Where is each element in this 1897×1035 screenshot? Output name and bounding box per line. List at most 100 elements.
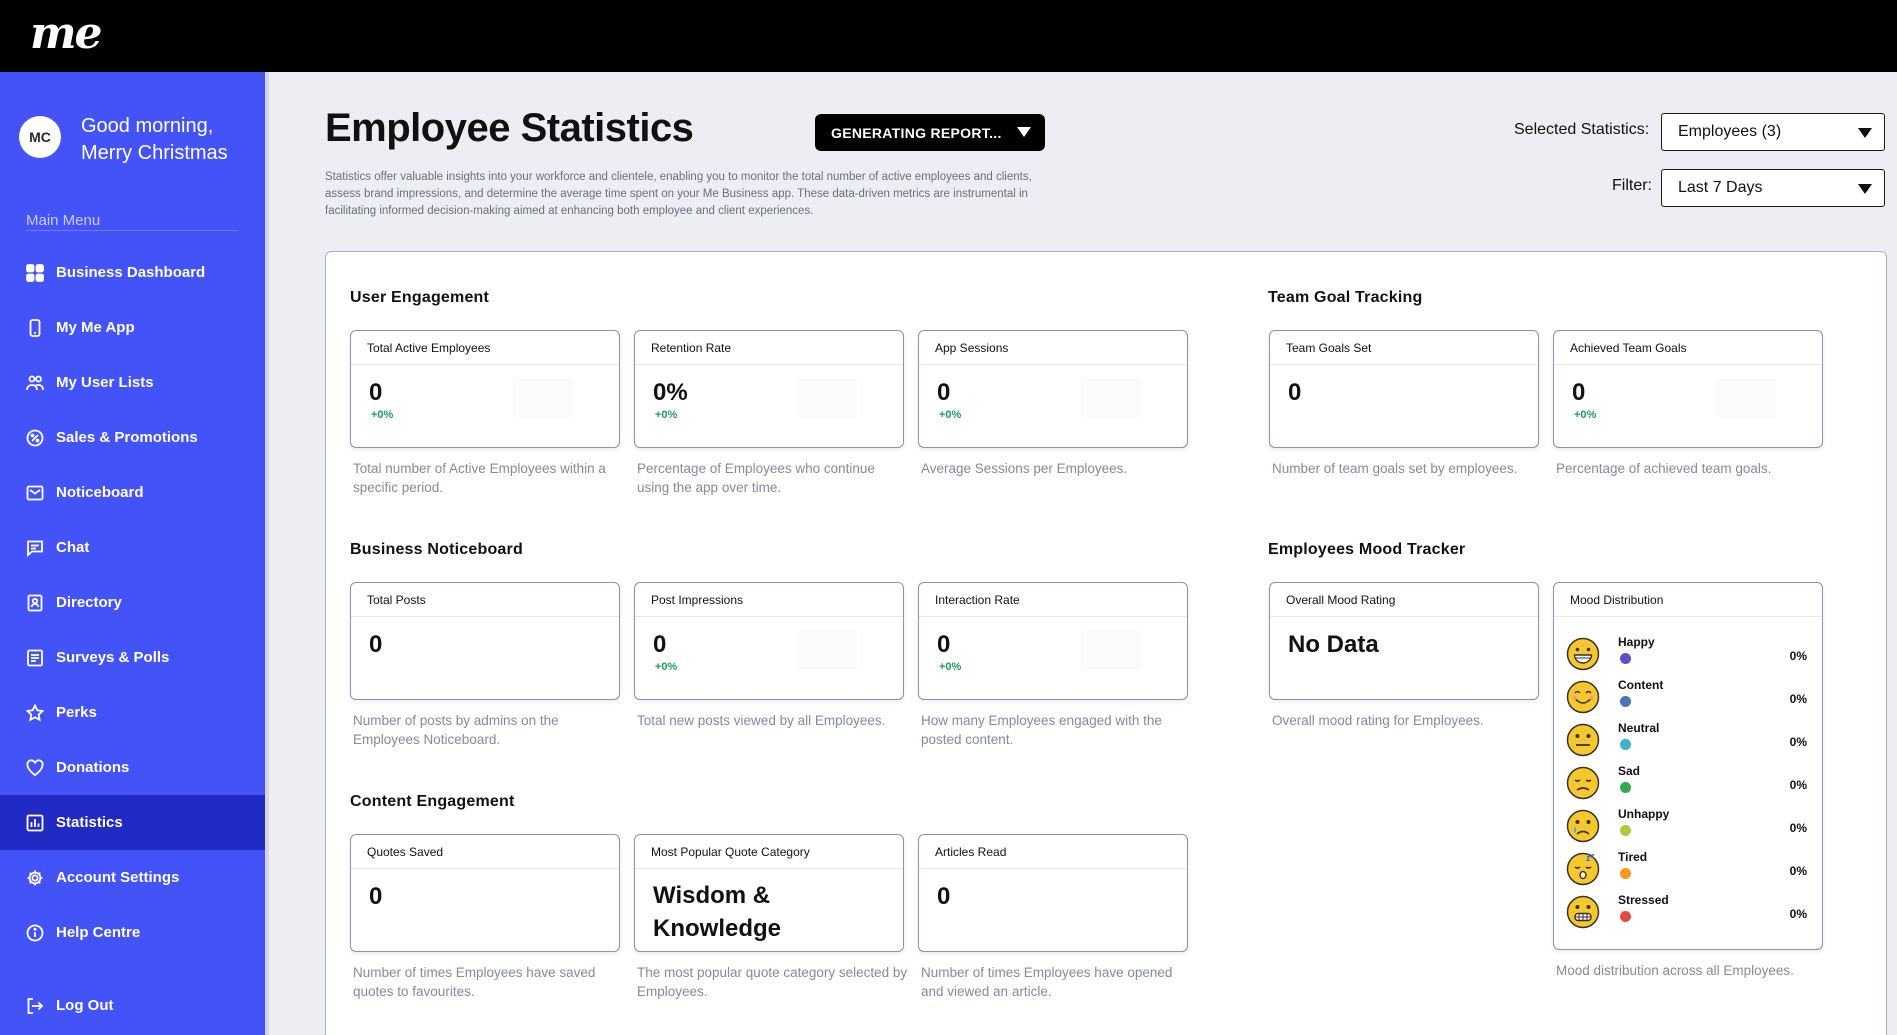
card-description: Mood distribution across all Employees. — [1556, 963, 1794, 978]
sidebar-item-directory[interactable]: Directory — [0, 575, 265, 630]
card-value: 0 — [369, 631, 383, 658]
sidebar-item-chat[interactable]: Chat — [0, 520, 265, 575]
sidebar-item-label: My Me App — [56, 319, 135, 336]
caret-down-icon — [1017, 127, 1031, 137]
generate-report-button[interactable]: GENERATING REPORT... — [815, 114, 1045, 151]
sparkline-placeholder — [1081, 379, 1141, 417]
sidebar-item-label: Business Dashboard — [56, 264, 206, 281]
card-description: Total number of Active Employees within … — [353, 461, 606, 495]
card-title: Retention Rate — [635, 331, 903, 365]
card-title: Total Posts — [351, 583, 619, 617]
card-title: Mood Distribution — [1554, 583, 1822, 617]
card-total-posts[interactable]: Total Posts 0 — [350, 582, 620, 700]
card-description: Number of posts by admins on the Employe… — [353, 713, 559, 747]
card-description: Average Sessions per Employees. — [921, 461, 1128, 476]
sidebar-item-account-settings[interactable]: Account Settings — [0, 850, 265, 905]
star-icon — [26, 703, 44, 722]
mood-row-sad: Sad 0% — [1566, 764, 1811, 804]
sparkline-placeholder — [797, 379, 857, 417]
greeting: Good morning, Merry Christmas — [81, 113, 228, 167]
sidebar-item-statistics[interactable]: Statistics — [0, 795, 265, 850]
card-description: Number of times Employees have opened an… — [921, 965, 1173, 999]
card-description: How many Employees engaged with the post… — [921, 713, 1162, 747]
intro-text: Statistics offer valuable insights into … — [325, 171, 1032, 217]
section-title-user-engagement: User Engagement — [350, 289, 490, 306]
card-description: Overall mood rating for Employees. — [1272, 713, 1484, 728]
filter-select[interactable]: Last 7 Days — [1661, 169, 1885, 207]
card-value: 0 — [653, 631, 667, 658]
sidebar-item-my-me-app[interactable]: My Me App — [0, 300, 265, 355]
sidebar: MC Good morning, Merry Christmas Main Me… — [0, 72, 265, 1035]
survey-icon — [26, 649, 44, 667]
card-value: 0 — [937, 379, 951, 406]
gear-icon — [26, 869, 44, 887]
card-achieved-team-goals[interactable]: Achieved Team Goals 0 +0% — [1553, 330, 1823, 448]
logout-icon — [26, 997, 44, 1015]
card-title: App Sessions — [919, 331, 1187, 365]
card-description: The most popular quote category selected… — [637, 965, 908, 999]
card-mood-distribution[interactable]: Mood Distribution Happy 0% Content 0% Ne… — [1553, 582, 1823, 950]
card-team-goals-set[interactable]: Team Goals Set 0 — [1269, 330, 1539, 448]
card-description: Percentage of Employees who continue usi… — [637, 461, 875, 495]
sidebar-item-help-centre[interactable]: Help Centre — [0, 905, 265, 960]
mood-percentage: 0% — [1789, 735, 1807, 749]
card-quotes-saved[interactable]: Quotes Saved 0 — [350, 834, 620, 952]
card-title: Articles Read — [919, 835, 1187, 869]
selected-statistics-select[interactable]: Employees (3) — [1661, 113, 1885, 151]
smiling-face-icon — [1566, 680, 1600, 714]
sparkline-placeholder — [513, 379, 573, 417]
mood-name: Tired — [1618, 850, 1648, 864]
sidebar-item-log-out[interactable]: Log Out — [0, 978, 265, 1033]
card-delta: +0% — [371, 409, 394, 421]
card-most-popular-quote-category[interactable]: Most Popular Quote Category Wisdom & Kno… — [634, 834, 904, 952]
card-title: Quotes Saved — [351, 835, 619, 869]
mood-row-content: Content 0% — [1566, 678, 1811, 718]
selected-statistics-value: Employees (3) — [1678, 123, 1782, 140]
card-delta: +0% — [655, 409, 678, 421]
sidebar-item-perks[interactable]: Perks — [0, 685, 265, 740]
mood-name: Stressed — [1618, 893, 1669, 907]
mood-percentage: 0% — [1789, 907, 1807, 921]
sidebar-item-noticeboard[interactable]: Noticeboard — [0, 465, 265, 520]
neutral-face-icon — [1566, 723, 1600, 757]
card-title: Total Active Employees — [351, 331, 619, 365]
mood-percentage: 0% — [1789, 692, 1807, 706]
card-delta: +0% — [939, 661, 962, 673]
chat-icon — [26, 539, 44, 557]
mood-color-dot — [1620, 825, 1631, 836]
sidebar-item-my-user-lists[interactable]: My User Lists — [0, 355, 265, 410]
card-total-active-employees[interactable]: Total Active Employees 0 +0% — [350, 330, 620, 448]
grid-icon — [26, 263, 44, 282]
sidebar-item-label: Directory — [56, 594, 122, 611]
sparkline-placeholder — [1081, 631, 1141, 669]
sidebar-item-label: Statistics — [56, 814, 123, 831]
filter-value: Last 7 Days — [1678, 179, 1763, 196]
card-retention-rate[interactable]: Retention Rate 0% +0% — [634, 330, 904, 448]
card-delta: +0% — [939, 409, 962, 421]
sidebar-item-donations[interactable]: Donations — [0, 740, 265, 795]
chart-icon — [26, 814, 44, 832]
card-post-impressions[interactable]: Post Impressions 0 +0% — [634, 582, 904, 700]
selected-statistics-label: Selected Statistics: — [1514, 121, 1650, 138]
card-app-sessions[interactable]: App Sessions 0 +0% — [918, 330, 1188, 448]
avatar[interactable]: MC — [19, 116, 61, 158]
mood-name: Neutral — [1618, 721, 1660, 735]
main-menu-title: Main Menu — [26, 212, 101, 229]
svg-text:z: z — [1591, 853, 1595, 860]
card-title: Interaction Rate — [919, 583, 1187, 617]
directory-icon — [26, 594, 44, 612]
mood-name: Sad — [1618, 764, 1641, 778]
card-articles-read[interactable]: Articles Read 0 — [918, 834, 1188, 952]
sidebar-item-business-dashboard[interactable]: Business Dashboard — [0, 245, 265, 300]
section-title-content-engagement: Content Engagement — [350, 793, 515, 810]
card-interaction-rate[interactable]: Interaction Rate 0 +0% — [918, 582, 1188, 700]
card-title: Achieved Team Goals — [1554, 331, 1822, 365]
sidebar-item-label: Noticeboard — [56, 484, 144, 501]
me-logo[interactable]: me — [30, 8, 103, 59]
sidebar-item-sales-promotions[interactable]: Sales & Promotions — [0, 410, 265, 465]
mood-color-dot — [1620, 782, 1631, 793]
sidebar-item-surveys-polls[interactable]: Surveys & Polls — [0, 630, 265, 685]
card-description: Percentage of achieved team goals. — [1556, 461, 1772, 476]
card-overall-mood-rating[interactable]: Overall Mood Rating No Data — [1269, 582, 1539, 700]
card-title: Post Impressions — [635, 583, 903, 617]
